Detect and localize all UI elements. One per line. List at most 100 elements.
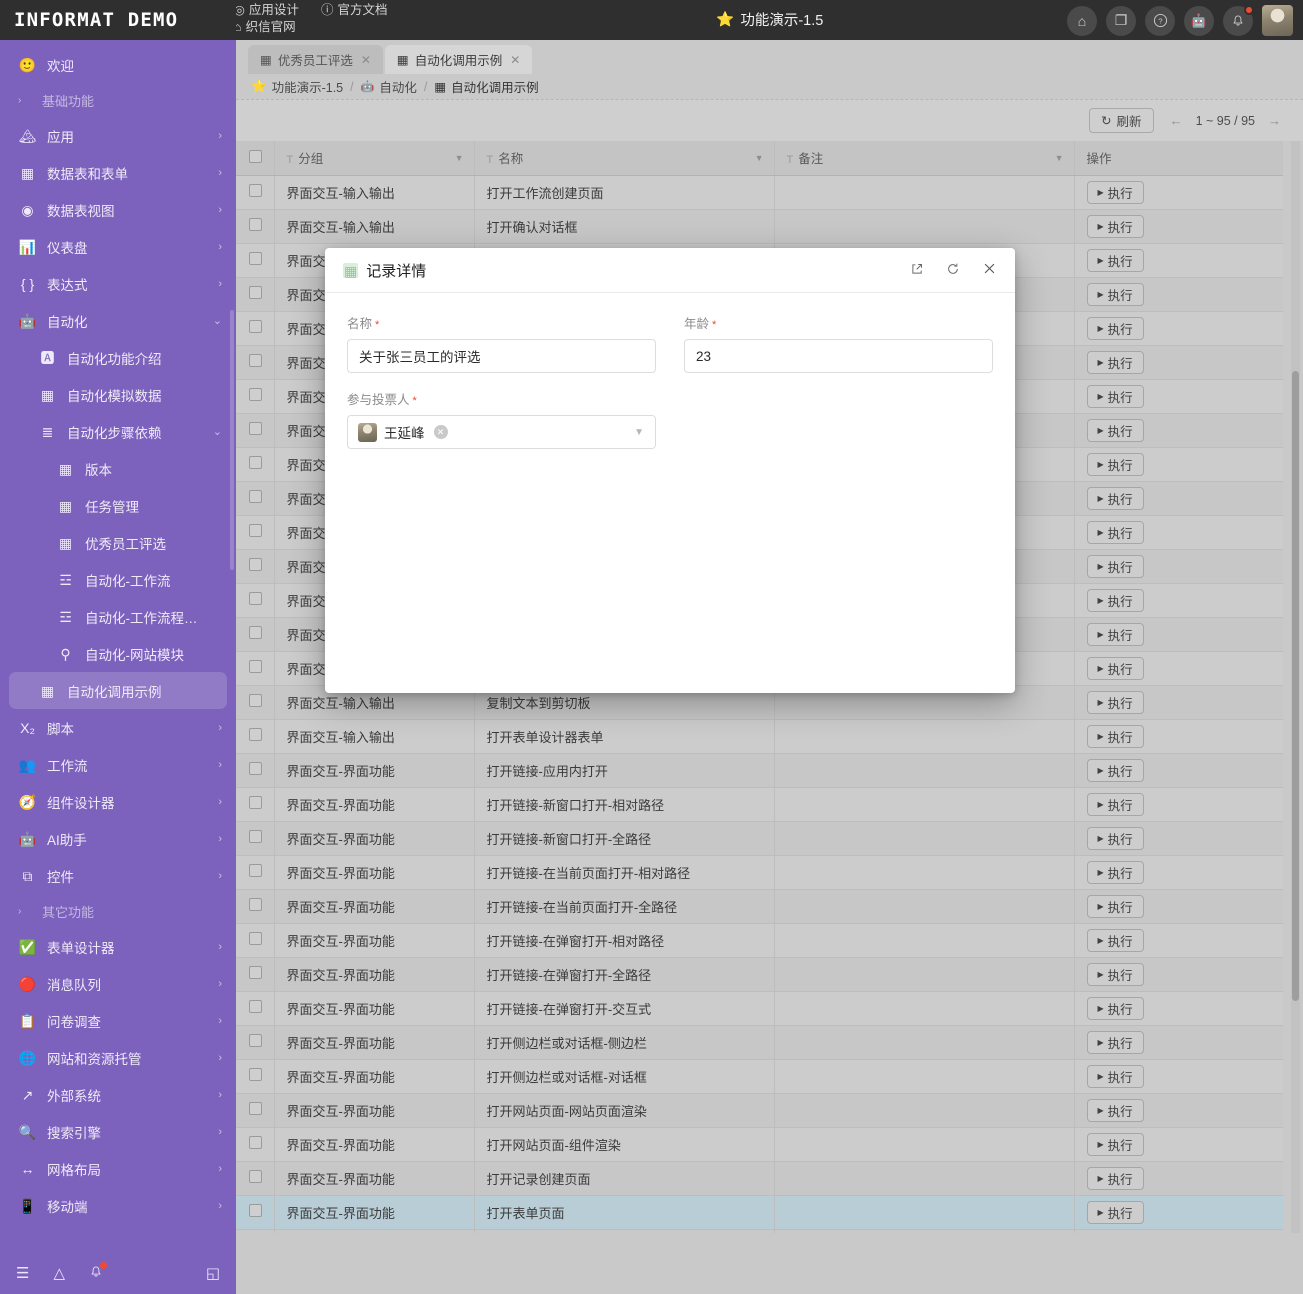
table-row[interactable]: 界面交互-界面功能打开链接-在当前页面打开-全路径▶执行 — [236, 889, 1283, 923]
execute-button[interactable]: ▶执行 — [1087, 181, 1144, 204]
row-checkbox[interactable] — [249, 762, 262, 775]
sidebar-item-automation-call-example[interactable]: ▦自动化调用示例 — [9, 672, 227, 709]
table-row[interactable]: 界面交互-界面功能打开网站页面-网站页面渲染▶执行 — [236, 1093, 1283, 1127]
execute-button[interactable]: ▶执行 — [1087, 793, 1144, 816]
sidebar-item-search-engine[interactable]: 🔍搜索引擎› — [0, 1113, 236, 1150]
sidebar-item-tables-and-forms[interactable]: ▦数据表和表单› — [0, 154, 236, 191]
prev-page-button[interactable]: ← — [1170, 113, 1183, 128]
execute-button[interactable]: ▶执行 — [1087, 283, 1144, 306]
message-icon[interactable]: ❐ — [1106, 6, 1136, 36]
sidebar-section-other-features[interactable]: ›其它功能 — [0, 894, 236, 928]
row-checkbox[interactable] — [249, 592, 262, 605]
sidebar-item-controls[interactable]: ⧉控件› — [0, 857, 236, 894]
execute-button[interactable]: ▶执行 — [1087, 419, 1144, 442]
execute-button[interactable]: ▶执行 — [1087, 521, 1144, 544]
row-checkbox[interactable] — [249, 524, 262, 537]
sidebar-item-script[interactable]: X₂脚本› — [0, 709, 236, 746]
row-checkbox[interactable] — [249, 422, 262, 435]
row-checkbox[interactable] — [249, 354, 262, 367]
bell-icon[interactable] — [1223, 6, 1253, 36]
row-checkbox[interactable] — [249, 286, 262, 299]
tab-excellent-employee-vote[interactable]: ▦ 优秀员工评选 ✕ — [248, 45, 383, 74]
row-checkbox[interactable] — [249, 864, 262, 877]
row-checkbox[interactable] — [249, 1068, 262, 1081]
table-row[interactable]: 界面交互-界面功能打开链接-新窗口打开-相对路径▶执行 — [236, 787, 1283, 821]
execute-button[interactable]: ▶执行 — [1087, 249, 1144, 272]
select-all-checkbox[interactable] — [249, 150, 262, 163]
top-link-app-design[interactable]: ◎ 应用设计 — [234, 2, 299, 19]
sidebar-item-automation-website-module[interactable]: ⚲自动化-网站模块 — [0, 635, 236, 672]
sidebar-item-questionnaire[interactable]: 📋问卷调查› — [0, 1002, 236, 1039]
table-row[interactable]: 界面交互-界面功能打开链接-新窗口打开-全路径▶执行 — [236, 821, 1283, 855]
next-page-button[interactable]: → — [1268, 113, 1281, 128]
sidebar-item-expression[interactable]: { }表达式› — [0, 265, 236, 302]
column-header-memo[interactable]: T备注 ▼ — [774, 141, 1074, 175]
top-link-official-site[interactable]: ⌂ 织信官网 — [234, 19, 296, 36]
row-checkbox[interactable] — [249, 456, 262, 469]
execute-button[interactable]: ▶执行 — [1087, 691, 1144, 714]
execute-button[interactable]: ▶执行 — [1087, 385, 1144, 408]
row-checkbox[interactable] — [249, 252, 262, 265]
open-external-icon[interactable] — [910, 262, 924, 278]
execute-button[interactable]: ▶执行 — [1087, 929, 1144, 952]
row-checkbox[interactable] — [249, 728, 262, 741]
sidebar-item-automation-workflow-2[interactable]: ☲自动化-工作流程… — [0, 598, 236, 635]
vertical-scrollbar-thumb[interactable] — [1292, 371, 1299, 1001]
execute-button[interactable]: ▶执行 — [1087, 589, 1144, 612]
table-row[interactable]: 界面交互-输入输出打开表单设计器表单▶执行 — [236, 719, 1283, 753]
refresh-icon[interactable] — [946, 262, 960, 278]
chevron-down-icon[interactable]: ▼ — [634, 427, 644, 438]
execute-button[interactable]: ▶执行 — [1087, 657, 1144, 680]
table-row[interactable]: 界面交互-界面功能打开侧边栏或对话框-对话框▶执行 — [236, 1059, 1283, 1093]
row-checkbox[interactable] — [249, 1000, 262, 1013]
close-icon[interactable] — [982, 261, 997, 280]
table-row[interactable]: 界面交互-输入输出打开确认对话框▶执行 — [236, 209, 1283, 243]
sidebar-section-basic-features[interactable]: ›基础功能 — [0, 83, 236, 117]
sidebar-item-message-queue[interactable]: 🔴消息队列› — [0, 965, 236, 1002]
sidebar-item-form-designer[interactable]: ✅表单设计器› — [0, 928, 236, 965]
menu-icon[interactable]: ☰ — [16, 1266, 29, 1281]
execute-button[interactable]: ▶执行 — [1087, 317, 1144, 340]
breadcrumb-item-automation[interactable]: 🤖 自动化 — [361, 77, 417, 96]
close-icon[interactable]: ✕ — [510, 53, 520, 67]
row-checkbox[interactable] — [249, 218, 262, 231]
sidebar-item-automation-workflow[interactable]: ☲自动化-工作流 — [0, 561, 236, 598]
sidebar-item-automation-step-dependency[interactable]: ≣自动化步骤依赖⌄ — [0, 413, 236, 450]
column-header-name[interactable]: T名称 ▼ — [474, 141, 774, 175]
chevron-down-icon[interactable]: ▼ — [755, 153, 764, 163]
execute-button[interactable]: ▶执行 — [1087, 895, 1144, 918]
sidebar-item-website-and-resource-hosting[interactable]: 🌐网站和资源托管› — [0, 1039, 236, 1076]
execute-button[interactable]: ▶执行 — [1087, 861, 1144, 884]
table-row[interactable]: 界面交互-界面功能打开链接-应用内打开▶执行 — [236, 753, 1283, 787]
row-checkbox[interactable] — [249, 1170, 262, 1183]
remove-token-icon[interactable]: ✕ — [434, 425, 448, 439]
table-row[interactable]: 界面交互-界面功能打开链接-在当前页面打开-相对路径▶执行 — [236, 855, 1283, 889]
row-checkbox[interactable] — [249, 830, 262, 843]
home-icon[interactable]: ⌂ — [1067, 6, 1097, 36]
table-row[interactable]: 界面交互-界面功能打开链接-在弹窗打开-交互式▶执行 — [236, 991, 1283, 1025]
bell-icon[interactable] — [89, 1265, 103, 1282]
chevron-down-icon[interactable]: ▼ — [455, 153, 464, 163]
age-input[interactable]: 23 — [684, 339, 993, 373]
row-checkbox[interactable] — [249, 1034, 262, 1047]
row-checkbox[interactable] — [249, 660, 262, 673]
breadcrumb-item-app[interactable]: ⭐ 功能演示-1.5 — [251, 77, 343, 96]
column-header-group[interactable]: T分组 ▼ — [274, 141, 474, 175]
execute-button[interactable]: ▶执行 — [1087, 487, 1144, 510]
row-checkbox[interactable] — [249, 1136, 262, 1149]
execute-button[interactable]: ▶执行 — [1087, 963, 1144, 986]
sidebar-item-excellent-employee-vote[interactable]: ▦优秀员工评选 — [0, 524, 236, 561]
sidebar-item-external-system[interactable]: ↗外部系统› — [0, 1076, 236, 1113]
sidebar-item-table-views[interactable]: ◉数据表视图› — [0, 191, 236, 228]
sidebar-item-dashboard[interactable]: 📊仪表盘› — [0, 228, 236, 265]
row-checkbox[interactable] — [249, 694, 262, 707]
row-checkbox[interactable] — [249, 1204, 262, 1217]
sidebar-item-workflow[interactable]: 👥工作流› — [0, 746, 236, 783]
name-input[interactable]: 关于张三员工的评选 — [347, 339, 656, 373]
sidebar-item-automation-mock-data[interactable]: ▦自动化模拟数据 — [0, 376, 236, 413]
execute-button[interactable]: ▶执行 — [1087, 1167, 1144, 1190]
tab-automation-call-example[interactable]: ▦ 自动化调用示例 ✕ — [385, 45, 532, 74]
row-checkbox[interactable] — [249, 320, 262, 333]
row-checkbox[interactable] — [249, 490, 262, 503]
table-row[interactable]: 界面交互-界面功能打开链接-在弹窗打开-全路径▶执行 — [236, 957, 1283, 991]
